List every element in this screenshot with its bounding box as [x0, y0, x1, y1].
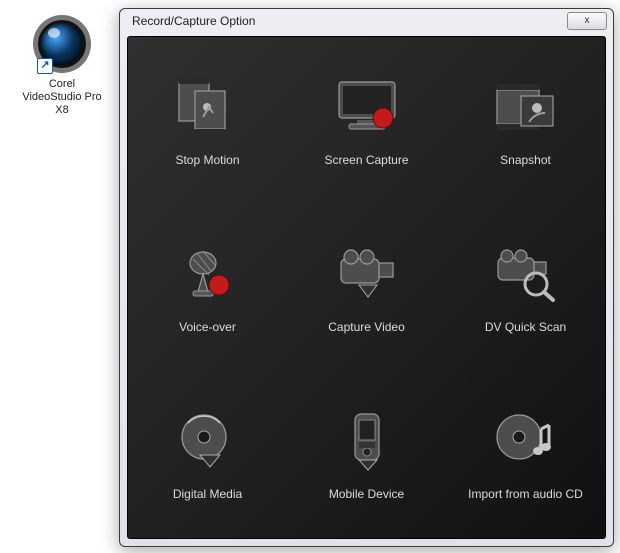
- titlebar: Record/Capture Option x: [120, 9, 613, 36]
- option-label: Voice-over: [179, 320, 236, 334]
- option-label: Digital Media: [173, 487, 242, 501]
- option-stop-motion[interactable]: Stop Motion: [128, 37, 287, 204]
- import-audio-cd-icon: [490, 409, 562, 473]
- option-mobile-device[interactable]: Mobile Device: [287, 371, 446, 538]
- mobile-device-icon: [331, 409, 403, 473]
- option-label: Import from audio CD: [468, 487, 583, 501]
- option-screen-capture[interactable]: Screen Capture: [287, 37, 446, 204]
- option-label: Mobile Device: [329, 487, 404, 501]
- dv-quick-scan-icon: [490, 242, 562, 306]
- option-label: Screen Capture: [324, 153, 408, 167]
- option-label: DV Quick Scan: [485, 320, 566, 334]
- desktop-shortcut-corel-videostudio[interactable]: ↗ Corel VideoStudio Pro X8: [22, 20, 102, 117]
- record-capture-dialog: Record/Capture Option x Stop Motion: [119, 8, 614, 547]
- option-voice-over[interactable]: Voice-over: [128, 204, 287, 371]
- capture-video-icon: [331, 242, 403, 306]
- options-grid: Stop Motion Screen Capture: [128, 37, 605, 538]
- option-capture-video[interactable]: Capture Video: [287, 204, 446, 371]
- desktop-icon-label: Corel VideoStudio Pro X8: [22, 78, 102, 117]
- snapshot-icon: [490, 75, 562, 139]
- option-digital-media[interactable]: Digital Media: [128, 371, 287, 538]
- screen-capture-icon: [331, 75, 403, 139]
- option-label: Snapshot: [500, 153, 551, 167]
- close-button[interactable]: x: [567, 12, 607, 30]
- voice-over-icon: [172, 242, 244, 306]
- dialog-title: Record/Capture Option: [132, 12, 255, 28]
- option-import-audio-cd[interactable]: Import from audio CD: [446, 371, 605, 538]
- option-label: Stop Motion: [175, 153, 239, 167]
- option-label: Capture Video: [328, 320, 405, 334]
- options-panel: Stop Motion Screen Capture: [127, 36, 606, 539]
- option-dv-quick-scan[interactable]: DV Quick Scan: [446, 204, 605, 371]
- stop-motion-icon: [172, 75, 244, 139]
- option-snapshot[interactable]: Snapshot: [446, 37, 605, 204]
- digital-media-icon: [172, 409, 244, 473]
- shortcut-overlay-icon: ↗: [37, 58, 53, 74]
